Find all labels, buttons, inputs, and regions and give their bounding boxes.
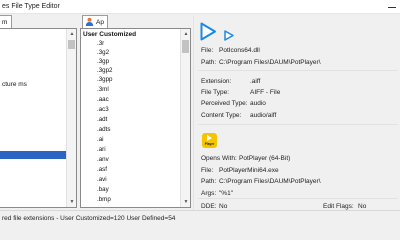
- path-label: Path:: [201, 59, 217, 66]
- list-item[interactable]: .bay: [97, 186, 109, 193]
- separator: [198, 124, 398, 125]
- opens-with-label: Opens With:: [201, 155, 237, 162]
- tab-applications[interactable]: Ap: [82, 15, 108, 29]
- perceived-type-value: audio: [250, 100, 266, 107]
- scroll-down-icon[interactable]: ▼: [67, 197, 76, 207]
- status-text: red file extensions - User Customized=12…: [2, 215, 176, 222]
- left-scrollbar[interactable]: ▲ ▼: [66, 29, 76, 207]
- list-item[interactable]: .3ml: [97, 86, 109, 93]
- extension-scroll-thumb[interactable]: [182, 40, 189, 53]
- program-file-label: File:: [201, 167, 214, 174]
- content-type-label: Content Type:: [201, 112, 242, 119]
- tab-applications-label: Ap: [96, 19, 104, 26]
- scroll-up-icon[interactable]: ▲: [181, 29, 190, 39]
- minimize-button[interactable]: [384, 0, 400, 14]
- tab-left[interactable]: m: [0, 15, 12, 29]
- scroll-down-icon[interactable]: ▼: [181, 197, 190, 207]
- file-label: File:: [201, 47, 214, 54]
- file-value: PotIcons64.dll: [219, 47, 260, 54]
- list-item[interactable]: .anv: [97, 156, 109, 163]
- scroll-up-icon[interactable]: ▲: [67, 29, 76, 39]
- dde-value: No: [219, 203, 228, 210]
- panel-divider: [193, 16, 194, 213]
- selected-list-item[interactable]: [0, 151, 67, 159]
- program-file-value: PotPlayerMini64.exe: [219, 167, 279, 174]
- title-bar: es File Type Editor: [0, 0, 400, 14]
- edit-flags-label: Edit Flags:: [323, 203, 354, 210]
- separator: [198, 70, 398, 71]
- program-path-label: Path:: [201, 178, 217, 185]
- potplayer-icon: Player: [202, 133, 217, 148]
- extension-value: .aiff: [250, 78, 261, 85]
- args-value: "%1": [219, 190, 234, 197]
- list-item[interactable]: .3gpp: [97, 76, 112, 83]
- list-item[interactable]: .bmp: [97, 196, 111, 203]
- list-item[interactable]: .3r: [97, 40, 104, 47]
- separator: [198, 198, 398, 199]
- edit-flags-value: No: [358, 203, 367, 210]
- extension-label: Extension:: [201, 78, 232, 85]
- program-list[interactable]: cture ms ▲ ▼: [0, 28, 77, 208]
- file-type-label: File Type:: [201, 89, 230, 96]
- extension-list[interactable]: User Customized .3r .3g2 .3gp .3gp2 .3gp…: [80, 28, 191, 208]
- tab-left-label: m: [2, 19, 8, 26]
- program-path-value: C:\Program Files\DAUM\PotPlayer\: [219, 178, 321, 185]
- list-item[interactable]: .adt: [97, 116, 107, 123]
- left-scroll-thumb[interactable]: [68, 40, 75, 49]
- list-item[interactable]: .ac3: [97, 106, 109, 113]
- window-title: es File Type Editor: [2, 3, 60, 10]
- extension-scrollbar[interactable]: ▲ ▼: [180, 29, 190, 207]
- list-item[interactable]: .3gp: [97, 58, 109, 65]
- args-label: Args:: [201, 190, 217, 197]
- list-item[interactable]: .avi: [97, 176, 107, 183]
- user-icon: [85, 17, 94, 28]
- play-large-icon[interactable]: [200, 22, 217, 43]
- dde-label: DDE:: [201, 203, 217, 210]
- list-group-header: User Customized: [83, 31, 137, 38]
- status-bar: red file extensions - User Customized=12…: [0, 210, 400, 225]
- play-small-icon[interactable]: [224, 30, 234, 43]
- list-item[interactable]: cture ms: [2, 81, 27, 88]
- content-type-value: audio/aiff: [250, 112, 277, 119]
- file-type-value: AIFF - File: [250, 89, 281, 96]
- list-item[interactable]: .asf: [97, 166, 107, 173]
- list-item[interactable]: .3gp2: [97, 67, 112, 74]
- path-value: C:\Program Files\DAUM\PotPlayer\: [219, 59, 321, 66]
- potplayer-icon-text: Player: [204, 142, 215, 146]
- perceived-type-label: Perceived Type:: [201, 100, 248, 107]
- list-item[interactable]: .aac: [97, 96, 109, 103]
- list-item[interactable]: .adts: [97, 126, 110, 133]
- list-item[interactable]: .3g2: [97, 49, 109, 56]
- list-item[interactable]: .ari: [97, 146, 106, 153]
- opens-with-value: PotPlayer (64-Bit): [239, 155, 291, 162]
- list-item[interactable]: .ai: [97, 136, 104, 143]
